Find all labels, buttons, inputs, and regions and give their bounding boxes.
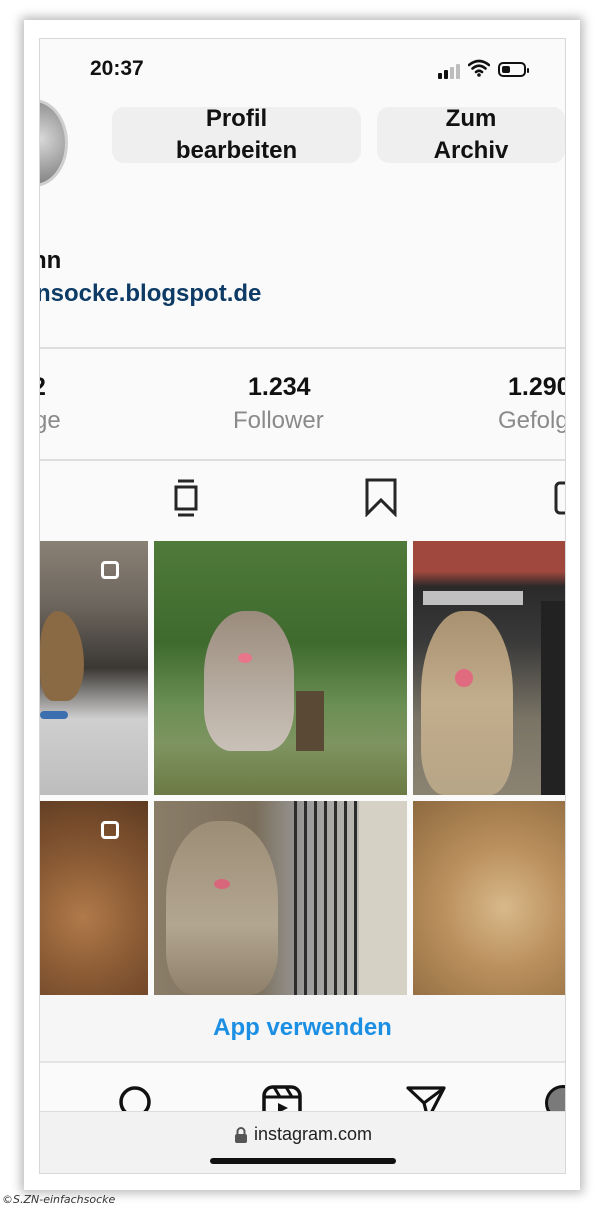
grid-photo[interactable] xyxy=(154,541,407,795)
grid-photo[interactable] xyxy=(40,541,148,795)
home-indicator xyxy=(210,1158,396,1164)
battery-icon xyxy=(498,62,529,77)
profile-website-link[interactable]: nsocke.blogspot.de xyxy=(40,280,261,308)
use-app-button[interactable]: App verwenden xyxy=(40,995,565,1061)
grid-photo[interactable] xyxy=(40,801,148,995)
bottom-navigation xyxy=(40,1061,565,1121)
cell-signal-icon xyxy=(438,63,462,79)
multiple-photos-icon xyxy=(101,821,119,839)
watermark: ©S.ZN-einfachsocke xyxy=(2,1193,116,1206)
following-count[interactable]: 1.290 xyxy=(508,373,565,402)
archive-label-line2: Archiv xyxy=(433,137,509,164)
edit-profile-button[interactable]: Profil bearbeiten xyxy=(112,105,361,164)
phone-screen: 20:37 Profil bearbeiten Zum Archiv nn ns… xyxy=(39,38,566,1174)
lock-icon xyxy=(235,1127,247,1143)
wifi-icon xyxy=(468,59,490,77)
grid-photo[interactable] xyxy=(413,801,565,995)
multiple-photos-icon xyxy=(101,561,119,579)
divider xyxy=(40,347,565,349)
archive-button[interactable]: Zum Archiv xyxy=(377,105,565,164)
followers-label[interactable]: Follower xyxy=(233,407,324,435)
grid-photo[interactable] xyxy=(413,541,565,795)
url-text: instagram.com xyxy=(254,1124,373,1144)
following-label[interactable]: Gefolg xyxy=(498,407,565,435)
divider xyxy=(40,459,565,461)
guide-icon[interactable] xyxy=(172,477,200,517)
bookmark-icon[interactable] xyxy=(364,477,398,517)
posts-label: ge xyxy=(40,407,61,434)
edit-profile-label-line1: Profil xyxy=(205,105,268,132)
followers-count[interactable]: 1.234 xyxy=(248,373,311,402)
profile-name: nn xyxy=(40,247,62,274)
grid-photo[interactable] xyxy=(154,801,407,995)
profile-avatar[interactable] xyxy=(40,99,68,187)
archive-label-line1: Zum xyxy=(445,105,497,132)
tagged-icon[interactable] xyxy=(554,477,566,517)
posts-count: 2 xyxy=(40,373,46,402)
browser-address-bar[interactable]: instagram.com xyxy=(40,1111,565,1173)
status-time: 20:37 xyxy=(90,57,144,80)
edit-profile-label-line2: bearbeiten xyxy=(175,137,298,164)
